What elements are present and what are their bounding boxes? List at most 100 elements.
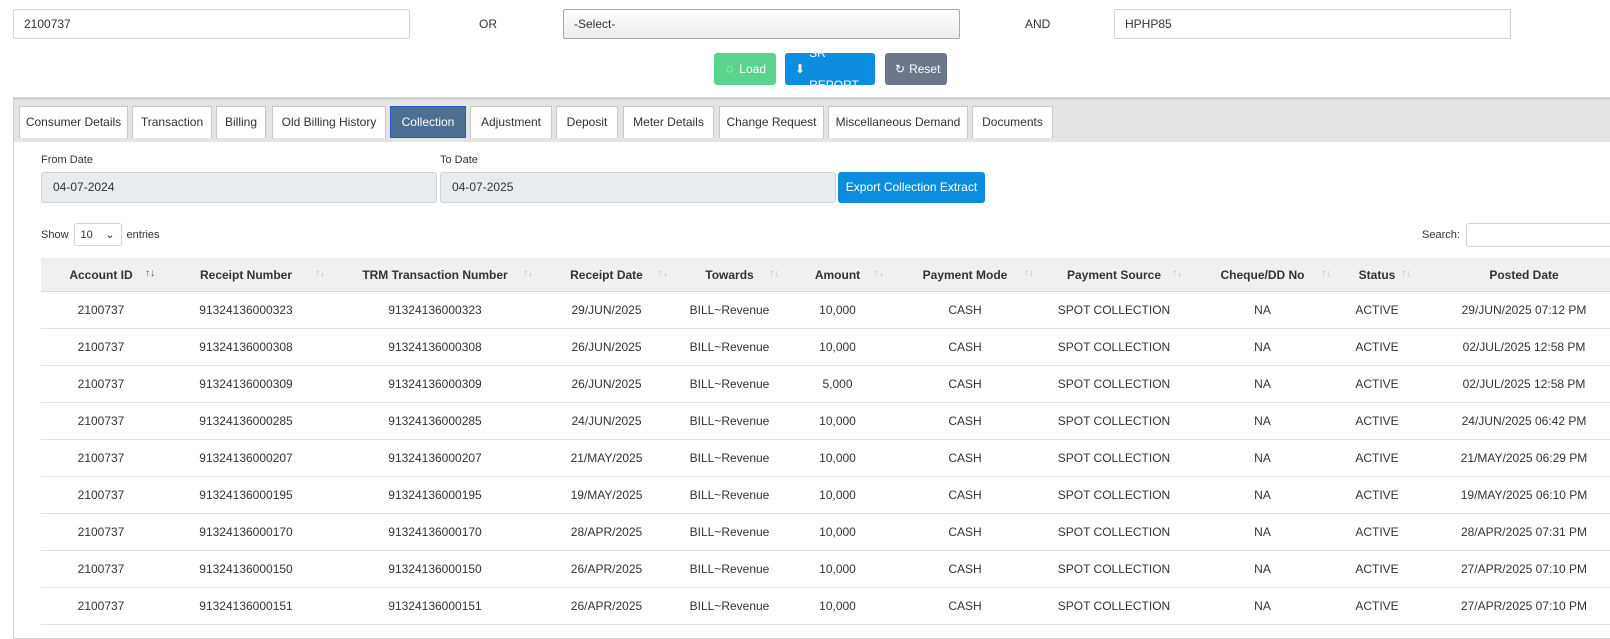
cell-posted-date: 19/MAY/2025 06:10 PM — [1417, 476, 1610, 514]
entries-select[interactable]: 10 ⌄ — [73, 223, 122, 246]
cell-posted-date: 02/JUL/2025 12:58 PM — [1417, 365, 1610, 403]
column-header-label: Cheque/DD No — [1220, 267, 1305, 282]
cell-amount: 5,000 — [785, 365, 890, 403]
tab-bar: Consumer Details Transaction Billing Old… — [14, 98, 1610, 142]
sr-report-button[interactable]: ⬇ SR REPORT — [785, 46, 875, 92]
column-header-label: Receipt Number — [199, 267, 293, 282]
column-header-payment-source[interactable]: Payment Source ↑↓ — [1040, 258, 1188, 292]
cell-account-id: 2100737 — [41, 402, 161, 440]
column-header-cheque-dd-no[interactable]: Cheque/DD No ↑↓ — [1188, 258, 1337, 292]
export-collection-extract-button[interactable]: Export Collection Extract — [838, 172, 985, 203]
cell-cheque-dd-no: NA — [1188, 365, 1337, 403]
cell-receipt-number: 91324136000309 — [161, 365, 331, 403]
cell-payment-source: SPOT COLLECTION — [1040, 402, 1188, 440]
cell-towards: BILL~Revenue — [674, 513, 785, 551]
account-id-input[interactable]: 2100737 — [13, 9, 410, 39]
cell-towards: BILL~Revenue — [674, 291, 785, 329]
column-header-account-id[interactable]: Account ID ↑↓ — [41, 258, 161, 292]
code-input[interactable]: HPHP85 — [1114, 9, 1511, 39]
cell-amount: 10,000 — [785, 513, 890, 551]
table-row: 2100737 91324136000195 91324136000195 19/MA… — [41, 476, 1610, 514]
column-header-receipt-date[interactable]: Receipt Date ↑↓ — [539, 258, 674, 292]
reset-button[interactable]: ↻ Reset — [885, 53, 947, 85]
cell-payment-source: SPOT COLLECTION — [1040, 328, 1188, 366]
cell-receipt-date: 26/JUN/2025 — [539, 365, 674, 403]
cell-receipt-date: 28/APR/2025 — [539, 513, 674, 551]
column-header-label: Receipt Date — [570, 267, 643, 282]
cell-status: ACTIVE — [1337, 402, 1417, 440]
cell-posted-date: 27/APR/2025 07:10 PM — [1417, 550, 1610, 588]
column-header-amount[interactable]: Amount ↑↓ — [785, 258, 890, 292]
tab-miscellaneous-demand[interactable]: Miscellaneous Demand — [828, 106, 968, 138]
cell-receipt-date: 19/MAY/2025 — [539, 476, 674, 514]
sort-icon: ↑↓ — [315, 268, 325, 279]
cell-payment-mode: CASH — [890, 365, 1040, 403]
sort-icon: ↑↓ — [1401, 268, 1411, 279]
cell-status: ACTIVE — [1337, 291, 1417, 329]
sort-icon: ↑↓ — [769, 268, 779, 279]
search-bar: 2100737 OR -Select- AND HPHP85 ◌ Load ⬇ … — [0, 0, 1610, 100]
column-header-status[interactable]: Status ↑↓ — [1337, 258, 1417, 292]
to-date-input[interactable]: 04-07-2025 — [440, 172, 836, 203]
cell-payment-source: SPOT COLLECTION — [1040, 587, 1188, 625]
cell-payment-mode: CASH — [890, 439, 1040, 477]
tab-billing[interactable]: Billing — [216, 106, 266, 138]
cell-cheque-dd-no: NA — [1188, 550, 1337, 588]
cell-receipt-number: 91324136000323 — [161, 291, 331, 329]
tab-consumer-details[interactable]: Consumer Details — [19, 106, 128, 138]
cell-account-id: 2100737 — [41, 513, 161, 551]
column-header-receipt-number[interactable]: Receipt Number ↑↓ — [161, 258, 331, 292]
sort-icon: ↑↓ — [1321, 268, 1331, 279]
chevron-down-icon: ⌄ — [105, 229, 115, 241]
from-date-input[interactable]: 04-07-2024 — [41, 172, 437, 203]
search-input[interactable] — [1465, 223, 1610, 247]
search-label: Search: — [1422, 229, 1460, 241]
cell-trm-transaction-number: 91324136000323 — [331, 291, 539, 329]
cell-status: ACTIVE — [1337, 550, 1417, 588]
cell-amount: 10,000 — [785, 550, 890, 588]
tab-change-request[interactable]: Change Request — [719, 106, 824, 138]
cell-amount: 10,000 — [785, 476, 890, 514]
sr-report-button-label: SR REPORT — [809, 46, 859, 92]
tab-old-billing-history[interactable]: Old Billing History — [272, 106, 386, 138]
cell-receipt-number: 91324136000170 — [161, 513, 331, 551]
cell-status: ACTIVE — [1337, 587, 1417, 625]
to-date-label: To Date — [440, 154, 478, 166]
cell-status: ACTIVE — [1337, 365, 1417, 403]
cell-cheque-dd-no: NA — [1188, 587, 1337, 625]
cell-status: ACTIVE — [1337, 476, 1417, 514]
cell-payment-mode: CASH — [890, 513, 1040, 551]
column-header-towards[interactable]: Towards ↑↓ — [674, 258, 785, 292]
cell-payment-mode: CASH — [890, 402, 1040, 440]
cell-receipt-number: 91324136000308 — [161, 328, 331, 366]
tab-adjustment[interactable]: Adjustment — [470, 106, 552, 138]
sort-icon: ↑↓ — [145, 268, 155, 279]
cell-towards: BILL~Revenue — [674, 550, 785, 588]
load-button[interactable]: ◌ Load — [714, 53, 776, 85]
cell-amount: 10,000 — [785, 291, 890, 329]
cell-towards: BILL~Revenue — [674, 402, 785, 440]
table-row: 2100737 91324136000170 91324136000170 28/AP… — [41, 513, 1610, 551]
cell-posted-date: 02/JUL/2025 12:58 PM — [1417, 328, 1610, 366]
cell-amount: 10,000 — [785, 328, 890, 366]
cell-cheque-dd-no: NA — [1188, 439, 1337, 477]
cell-payment-source: SPOT COLLECTION — [1040, 365, 1188, 403]
entries-label: entries — [126, 228, 160, 241]
tab-documents[interactable]: Documents — [972, 106, 1053, 138]
tab-meter-details[interactable]: Meter Details — [623, 106, 714, 138]
column-header-posted-date[interactable]: Posted Date↑↓ — [1417, 258, 1610, 292]
cell-cheque-dd-no: NA — [1188, 513, 1337, 551]
cell-towards: BILL~Revenue — [674, 439, 785, 477]
cell-towards: BILL~Revenue — [674, 365, 785, 403]
cell-trm-transaction-number: 91324136000309 — [331, 365, 539, 403]
tab-collection[interactable]: Collection — [390, 106, 466, 138]
tab-deposit[interactable]: Deposit — [556, 106, 618, 138]
tab-transaction[interactable]: Transaction — [132, 106, 212, 138]
criteria-select[interactable]: -Select- — [563, 9, 960, 39]
column-header-label: Towards — [705, 267, 754, 282]
cell-payment-source: SPOT COLLECTION — [1040, 291, 1188, 329]
column-header-trm-transaction-number[interactable]: TRM Transaction Number ↑↓ — [331, 258, 539, 292]
cell-account-id: 2100737 — [41, 550, 161, 588]
table-header-row: Account ID ↑↓ Receipt Number ↑↓ TRM Transa… — [41, 258, 1610, 292]
column-header-payment-mode[interactable]: Payment Mode ↑↓ — [890, 258, 1040, 292]
